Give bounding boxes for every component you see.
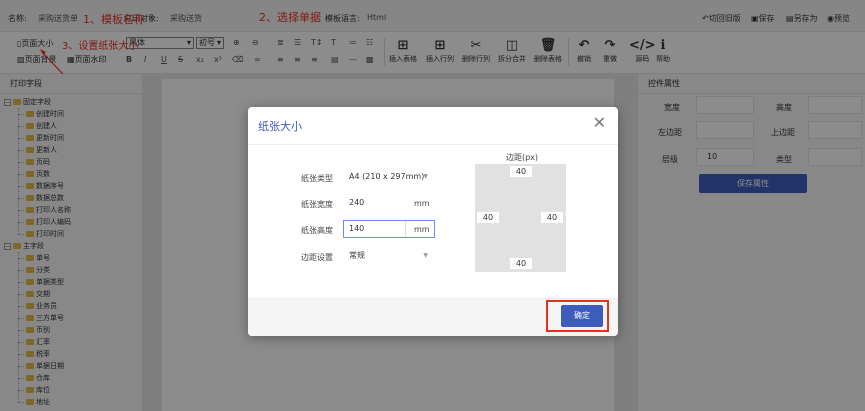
confirm-button[interactable]: 确定 <box>561 305 603 327</box>
paper-size-dialog: 纸张大小 ✕ 纸张类型 A4 (210 x 297mm) ▼ 纸张宽度 240 m… <box>248 107 618 336</box>
dialog-header: 纸张大小 ✕ <box>248 107 618 145</box>
paper-width-input[interactable]: 240 <box>343 194 409 212</box>
margin-setting-label: 边距设置 <box>301 253 333 262</box>
margin-left-input[interactable]: 40 <box>477 212 499 223</box>
margin-bottom-input[interactable]: 40 <box>510 258 532 269</box>
close-icon[interactable]: ✕ <box>593 115 606 131</box>
paper-height-label: 纸张高度 <box>301 226 333 235</box>
chevron-down-icon: ▼ <box>423 252 428 259</box>
margin-top-input[interactable]: 40 <box>510 166 532 177</box>
paper-type-label: 纸张类型 <box>301 174 333 183</box>
paper-width-label: 纸张宽度 <box>301 200 333 209</box>
width-unit: mm <box>414 199 430 208</box>
margin-setting-select[interactable]: 常规 ▼ <box>343 247 435 265</box>
chevron-down-icon: ▼ <box>423 173 428 180</box>
dialog-title: 纸张大小 <box>258 120 302 133</box>
paper-type-select[interactable]: A4 (210 x 297mm) ▼ <box>343 168 435 186</box>
margin-right-input[interactable]: 40 <box>541 212 563 223</box>
height-unit: mm <box>414 225 430 234</box>
margin-preview: 40 40 40 40 <box>475 164 566 272</box>
margin-preview-title: 边距(px) <box>506 153 539 162</box>
